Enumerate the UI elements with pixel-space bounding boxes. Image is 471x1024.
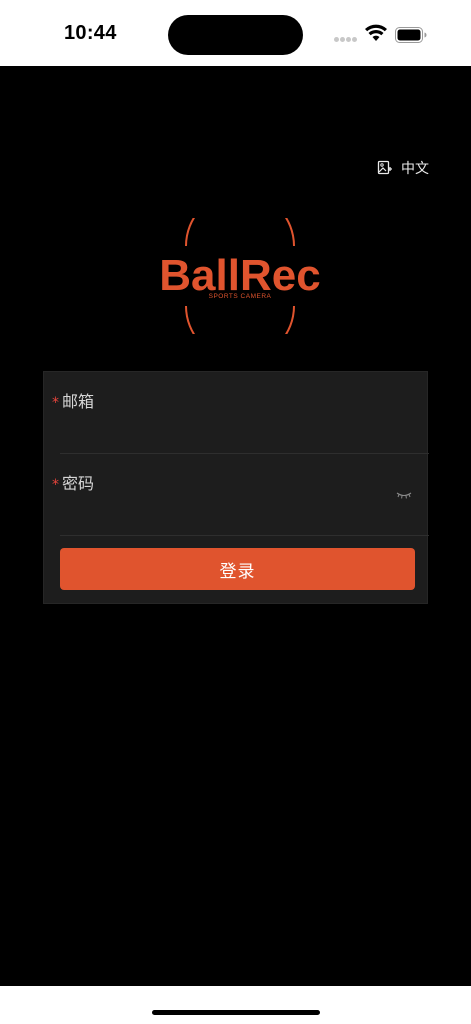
- language-image-icon: [377, 160, 392, 175]
- language-label: 中文: [401, 161, 429, 177]
- wifi-icon: [365, 24, 387, 41]
- cellular-signal-icon: [334, 37, 358, 43]
- dynamic-island: [168, 15, 303, 55]
- email-input[interactable]: [60, 418, 429, 448]
- ballrec-logo: BallRec SPORTS CAMERA: [159, 218, 321, 334]
- login-form: * 邮箱 * 密码 登录: [43, 371, 429, 604]
- required-mark: *: [52, 477, 59, 493]
- logo-tagline: SPORTS CAMERA: [209, 293, 272, 300]
- password-label: * 密码: [52, 470, 94, 494]
- status-time: 10:44: [64, 22, 117, 44]
- battery-icon: [395, 27, 427, 43]
- status-bar: 10:44: [0, 0, 471, 66]
- required-mark: *: [52, 395, 59, 411]
- email-field-group: * 邮箱: [44, 372, 429, 454]
- language-switcher[interactable]: 中文: [377, 158, 429, 178]
- email-label-text: 邮箱: [62, 392, 95, 411]
- email-label: * 邮箱: [52, 388, 94, 412]
- password-field-group: * 密码: [44, 454, 429, 536]
- login-button[interactable]: 登录: [60, 548, 415, 590]
- home-indicator[interactable]: [152, 1010, 320, 1015]
- password-label-text: 密码: [62, 474, 95, 493]
- home-indicator-area: [0, 986, 471, 1024]
- password-divider: [60, 535, 429, 536]
- password-input[interactable]: [60, 500, 390, 530]
- eye-closed-icon[interactable]: [396, 490, 412, 500]
